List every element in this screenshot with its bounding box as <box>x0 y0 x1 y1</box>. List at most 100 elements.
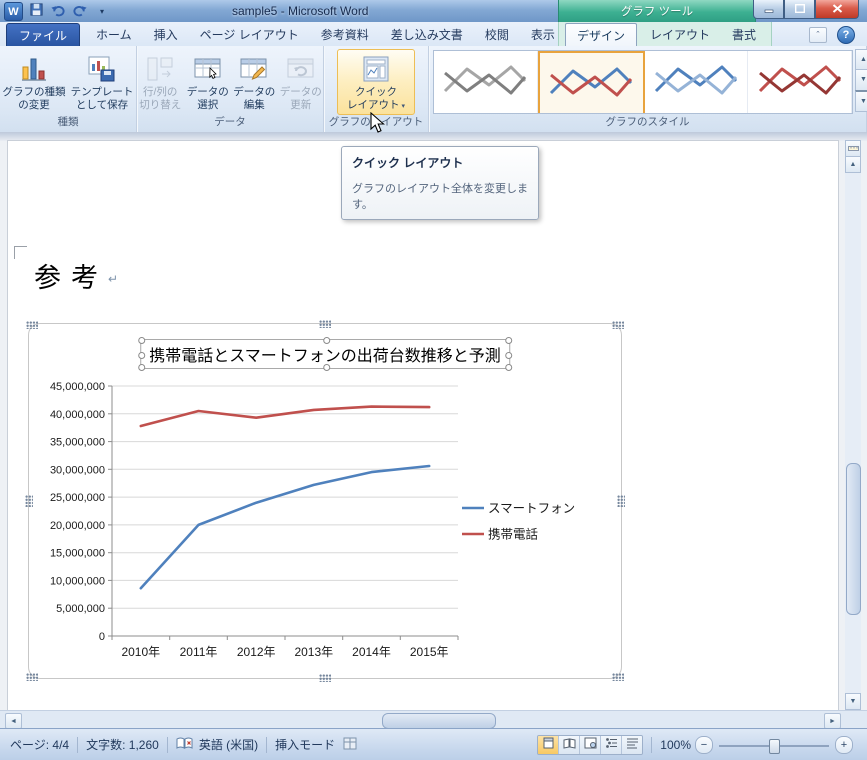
chart-style-blue-red[interactable] <box>537 51 645 113</box>
zoom-in-button[interactable]: + <box>835 735 853 754</box>
chart-style-red[interactable] <box>748 51 852 113</box>
button-label: データの <box>279 86 322 98</box>
proofing-status[interactable] <box>176 737 193 753</box>
mouse-cursor <box>368 111 387 139</box>
vertical-scroll-thumb[interactable] <box>846 463 861 615</box>
close-icon <box>832 0 843 18</box>
edit-data-icon <box>239 52 269 86</box>
button-label: 選択 <box>197 99 219 111</box>
language-indicator[interactable]: 英語 (米国) <box>199 736 258 753</box>
vertical-scroll-track[interactable] <box>845 173 861 694</box>
tab-page-layout[interactable]: ページ レイアウト <box>189 22 310 46</box>
selection-handle[interactable] <box>26 673 38 681</box>
ribbon: グラフの種類 の変更 テンプレート として保存 種類 行/列の 切り替え データ… <box>0 46 867 133</box>
contextual-tabs: デザイン レイアウト 書式 <box>558 22 773 47</box>
separator <box>166 736 168 753</box>
ruler-toggle-button[interactable] <box>845 140 861 157</box>
customize-qat-button[interactable]: ▾ <box>93 3 111 20</box>
zoom-slider[interactable] <box>719 737 829 754</box>
close-button[interactable] <box>815 0 859 19</box>
chevron-down-icon: ▾ <box>401 103 405 110</box>
zoom-out-button[interactable]: − <box>695 735 713 754</box>
refresh-data-button[interactable]: データの 更新 <box>278 49 323 115</box>
outline-view-button[interactable] <box>601 735 623 754</box>
svg-text:30,000,000: 30,000,000 <box>50 464 105 476</box>
zoom-level[interactable]: 100% <box>660 738 691 752</box>
minimize-button[interactable] <box>753 0 784 19</box>
chart-style-gray[interactable] <box>434 51 538 113</box>
tab-format[interactable]: 書式 <box>721 22 767 46</box>
outline-icon <box>605 737 618 752</box>
quick-layout-icon <box>361 52 391 86</box>
page-indicator[interactable]: ページ: 4/4 <box>10 736 69 753</box>
draft-view-button[interactable] <box>622 735 643 754</box>
button-label: の変更 <box>18 99 50 111</box>
help-button[interactable]: ? <box>837 26 855 44</box>
quick-layout-tooltip: クイック レイアウト グラフのレイアウト全体を変更します。 <box>341 146 539 220</box>
title-handle <box>504 364 512 371</box>
print-layout-view-button[interactable] <box>538 735 560 754</box>
selection-handle[interactable] <box>612 321 624 329</box>
insert-mode-indicator[interactable]: 挿入モード <box>275 736 335 753</box>
button-label: データの <box>233 86 276 98</box>
tab-design[interactable]: デザイン <box>565 23 638 47</box>
gallery-scroll-up-button[interactable]: ▲ <box>855 49 867 71</box>
switch-row-column-button[interactable]: 行/列の 切り替え <box>137 49 183 115</box>
vertical-scrollbar: ▲ ▼ <box>845 140 861 710</box>
selection-handle[interactable] <box>612 673 624 681</box>
chart-object[interactable]: 携帯電話とスマートフォンの出荷台数推移と予測 0 5,000,000 10,000,… <box>25 320 625 682</box>
group-label-type: 種類 <box>57 116 79 128</box>
tab-file[interactable]: ファイル <box>6 23 81 46</box>
tab-home[interactable]: ホーム <box>85 22 143 46</box>
gallery-scroll-down-button[interactable]: ▼ <box>855 69 867 91</box>
selection-handle[interactable] <box>319 674 331 682</box>
scroll-left-button[interactable]: ◄ <box>5 713 22 729</box>
svg-text:スマートフォン: スマートフォン <box>488 502 575 516</box>
tab-review[interactable]: 校閲 <box>474 22 520 46</box>
horizontal-scroll-thumb[interactable] <box>382 713 496 729</box>
gallery-more-button[interactable]: ▼ <box>855 89 867 112</box>
quick-layout-button[interactable]: クイック レイアウト ▾ <box>337 49 415 115</box>
chevron-down-icon: ▾ <box>99 7 104 16</box>
line-chart[interactable]: 0 5,000,000 10,000,000 15,000,000 20,000,000… <box>32 374 616 674</box>
tab-mailings[interactable]: 差し込み文書 <box>380 22 474 46</box>
undo-button[interactable] <box>49 3 67 20</box>
selection-handle[interactable] <box>319 320 331 328</box>
scroll-up-button[interactable]: ▲ <box>845 156 861 173</box>
word-logo-icon[interactable]: W <box>4 2 23 21</box>
ribbon-tab-row: ファイル ホーム 挿入 ページ レイアウト 参考資料 差し込み文書 校閲 表示 … <box>0 22 867 47</box>
web-layout-view-button[interactable] <box>580 735 602 754</box>
scroll-right-button[interactable]: ► <box>824 713 841 729</box>
tab-insert[interactable]: 挿入 <box>143 22 189 46</box>
word-count-indicator[interactable]: 文字数: 1,260 <box>86 736 159 753</box>
redo-button[interactable] <box>71 3 89 20</box>
separator <box>266 736 268 753</box>
edit-data-button[interactable]: データの 編集 <box>232 49 277 115</box>
chart-style-blue[interactable] <box>644 51 749 113</box>
button-label: 編集 <box>243 99 265 111</box>
selection-handle[interactable] <box>617 495 625 507</box>
tab-references[interactable]: 参考資料 <box>310 22 380 46</box>
tab-chart-layout[interactable]: レイアウト <box>639 22 721 46</box>
zoom-slider-thumb[interactable] <box>769 738 780 754</box>
select-data-button[interactable]: データの 選択 <box>185 49 230 115</box>
overtype-indicator[interactable] <box>343 737 357 753</box>
save-template-icon <box>87 52 117 86</box>
window-title: sample5 - Microsoft Word <box>232 4 369 18</box>
document-page[interactable]: 参考↵ 携帯電話とスマートフォンの出荷台数推移と予測 0 5,000,000 1… <box>8 141 838 710</box>
selection-handle[interactable] <box>26 321 38 329</box>
switch-row-column-icon <box>145 52 175 86</box>
status-bar-right: 100% − + <box>537 734 857 755</box>
title-handle <box>504 337 512 344</box>
save-as-template-button[interactable]: テンプレート として保存 <box>69 49 135 115</box>
status-bar: ページ: 4/4 文字数: 1,260 英語 (米国) 挿入モード 100% −… <box>0 728 867 760</box>
refresh-data-icon <box>286 52 316 86</box>
maximize-button[interactable] <box>784 0 815 19</box>
minimize-ribbon-button[interactable]: ˆ <box>809 27 827 43</box>
scroll-down-button[interactable]: ▼ <box>845 693 861 710</box>
group-label-chart-styles: グラフのスタイル <box>605 116 690 128</box>
chart-title[interactable]: 携帯電話とスマートフォンの出荷台数推移と予測 <box>138 337 512 371</box>
save-button[interactable] <box>27 2 45 20</box>
change-chart-type-button[interactable]: グラフの種類 の変更 <box>1 49 67 115</box>
fullscreen-reading-view-button[interactable] <box>559 735 581 754</box>
